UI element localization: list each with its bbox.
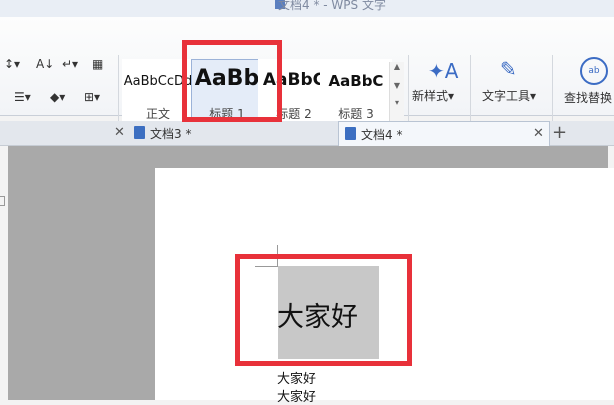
style-heading-3[interactable]: AaBbC 标题 3 xyxy=(320,59,392,123)
left-edge-marker xyxy=(0,196,5,206)
ribbon-toolbar: ↕▾ A↓ ↵▾ ▦ ☰▾ ◆▾ ⊞▾ AaBbCcDd 正文 AaBb 标题 … xyxy=(0,17,614,123)
tab-label: 文档3 * xyxy=(150,127,192,141)
new-style-text: 新样式 xyxy=(412,89,449,103)
line-spacing-icon[interactable]: ↕▾ xyxy=(4,57,20,71)
tab-label: 文档4 * xyxy=(361,128,403,142)
callout-box-heading-text xyxy=(235,254,412,366)
style-name: 标题 3 xyxy=(338,107,374,121)
separator xyxy=(552,55,553,121)
title-bar: 文档4 * - WPS 文字 xyxy=(0,0,614,17)
tab-doc4[interactable]: 文档4 * ✕ xyxy=(338,121,550,146)
indent-icon[interactable]: ☰▾ xyxy=(14,90,31,104)
new-style-icon: ✦A xyxy=(428,59,459,83)
text-tools-icon: ✎ xyxy=(500,57,517,81)
scroll-down-icon[interactable]: ▼ xyxy=(390,81,404,90)
find-replace-label: 查找替换 xyxy=(564,91,613,105)
window-title: 文档4 * - WPS 文字 xyxy=(278,0,386,12)
paragraph-mark-icon[interactable]: ↵▾ xyxy=(62,57,78,71)
tab-doc3[interactable]: ✕ 文档3 * xyxy=(110,121,332,145)
text-tools-button[interactable]: ✎ 文字工具▾ xyxy=(474,57,548,119)
shading-icon[interactable]: ◆▾ xyxy=(50,90,65,104)
document-tab-bar: ✕ 文档3 * 文档4 * ✕ + xyxy=(0,121,614,146)
separator xyxy=(118,55,119,121)
gallery-more-icon[interactable]: ▾ xyxy=(390,98,404,107)
sort-icon[interactable]: A↓ xyxy=(36,57,54,71)
text-tools-text: 文字工具 xyxy=(482,89,531,103)
new-tab-plus-icon[interactable]: + xyxy=(552,122,567,143)
document-icon xyxy=(134,126,145,139)
border-icon[interactable]: ⊞▾ xyxy=(84,90,100,104)
document-icon xyxy=(345,127,356,140)
callout-box-heading1-style xyxy=(182,40,282,122)
table-icon[interactable]: ▦ xyxy=(92,57,103,71)
body-line[interactable]: 大家好 xyxy=(277,368,316,387)
scroll-up-icon[interactable]: ▲ xyxy=(390,62,404,71)
new-style-label: 新样式▾ xyxy=(412,89,455,103)
close-icon[interactable]: ✕ xyxy=(114,125,125,140)
find-replace-icon: ab xyxy=(580,57,608,85)
style-gallery-scroll[interactable]: ▲ ▼ ▾ xyxy=(389,62,404,122)
new-style-button[interactable]: ✦A 新样式▾ xyxy=(408,59,468,121)
style-preview: AaBbC xyxy=(328,72,384,90)
find-replace-button[interactable]: ab 查找替换 xyxy=(556,57,614,119)
close-icon[interactable]: ✕ xyxy=(533,126,544,141)
text-tools-label: 文字工具▾ xyxy=(482,89,537,103)
body-line[interactable]: 大家好 xyxy=(277,386,316,405)
separator xyxy=(470,55,471,121)
